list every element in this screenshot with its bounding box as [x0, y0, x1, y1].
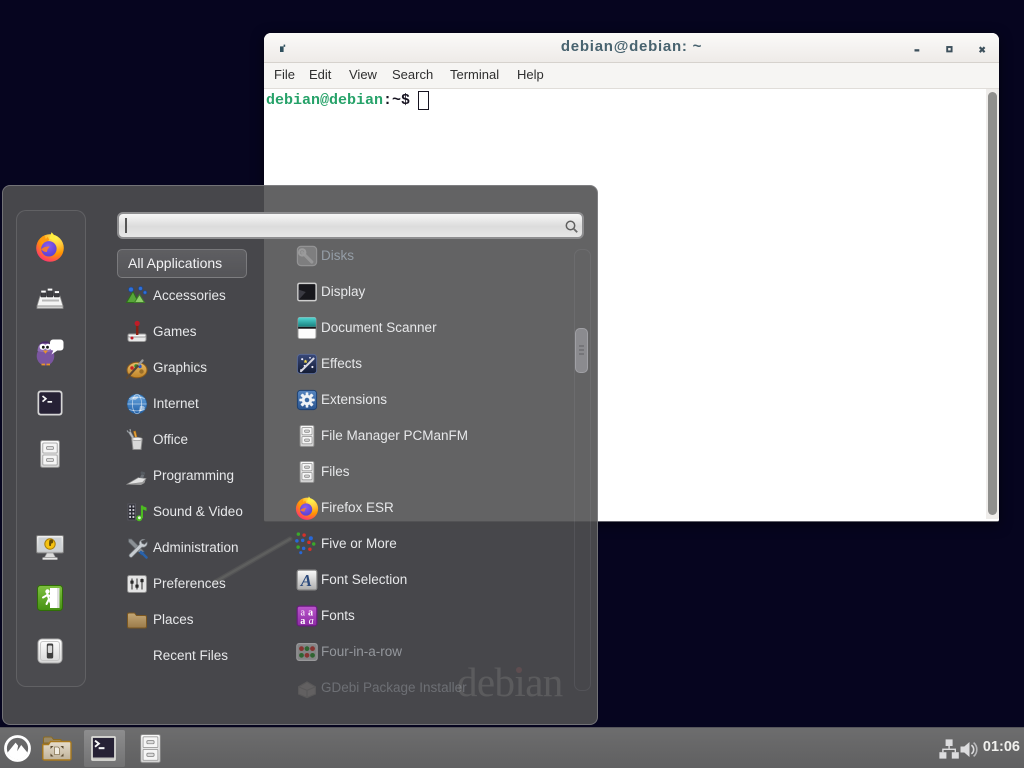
svg-text:a: a: [300, 616, 305, 627]
svg-text:A: A: [300, 571, 312, 590]
svg-text:a: a: [309, 616, 314, 627]
